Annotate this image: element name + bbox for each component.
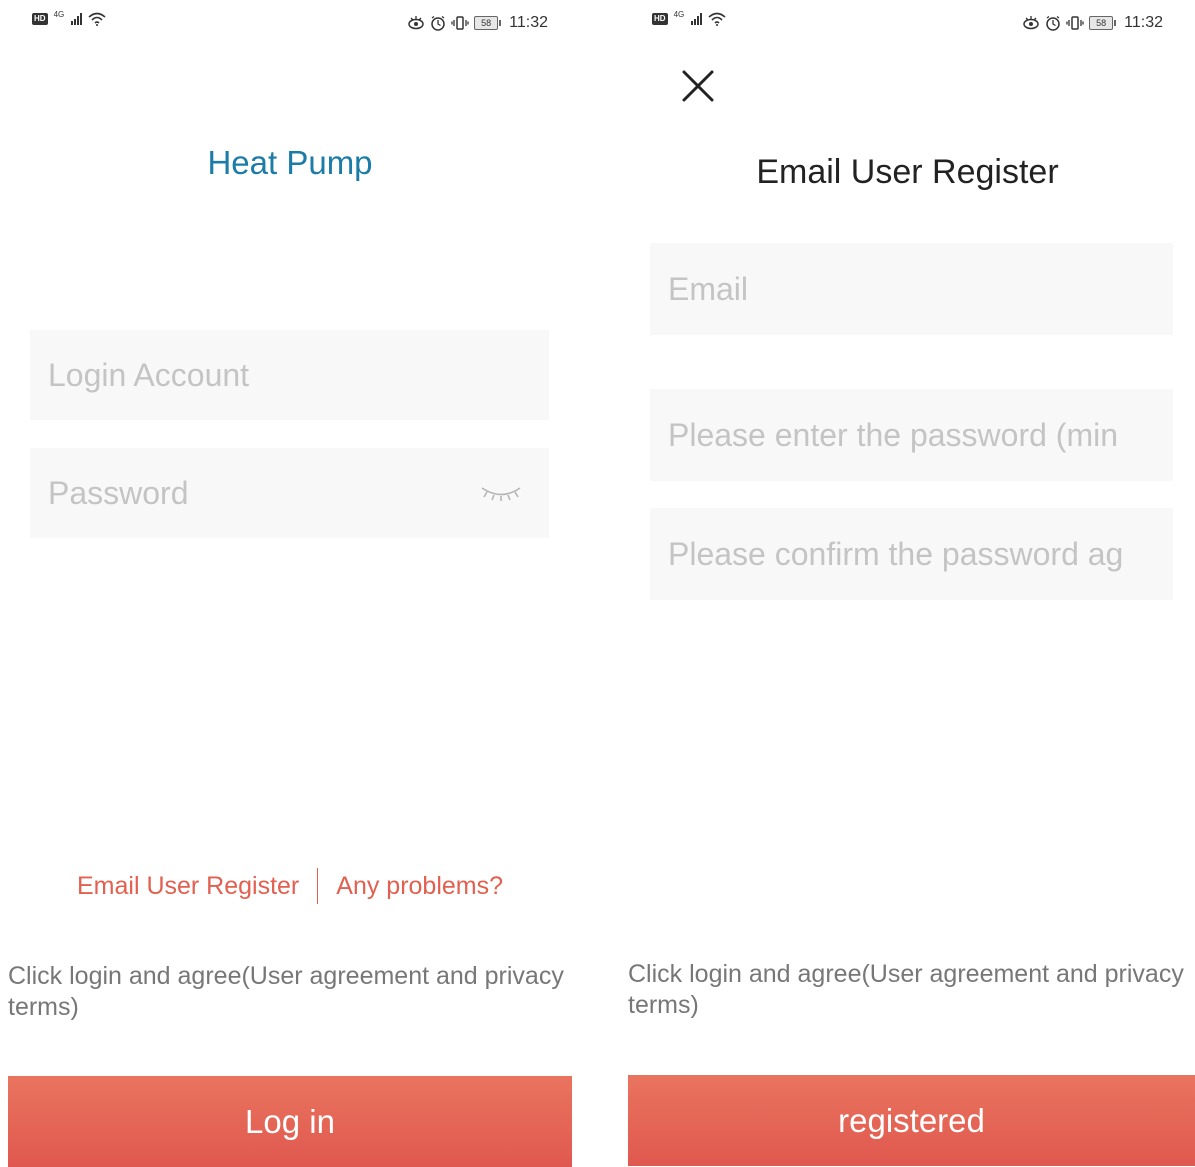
links-divider	[317, 868, 319, 904]
close-icon[interactable]	[678, 66, 718, 106]
eye-care-icon	[1023, 16, 1039, 30]
battery-icon: 58	[474, 16, 499, 30]
network-type: 4G	[53, 9, 65, 19]
login-account-field[interactable]	[30, 330, 549, 420]
hide-password-icon[interactable]	[479, 481, 523, 505]
vibrate-icon	[451, 16, 469, 30]
status-right-icons: 58 11:32	[1022, 14, 1163, 32]
email-field[interactable]	[650, 243, 1173, 335]
battery-icon: 58	[1089, 16, 1114, 30]
wifi-icon	[708, 12, 726, 26]
alarm-icon	[431, 15, 445, 31]
confirm-password-input[interactable]	[668, 535, 1173, 573]
eye-care-icon	[408, 16, 424, 30]
login-account-input[interactable]	[48, 356, 549, 394]
signal-icon	[691, 13, 703, 25]
hd-icon: HD	[32, 13, 48, 25]
confirm-password-field[interactable]	[650, 508, 1173, 600]
email-input[interactable]	[668, 270, 1173, 308]
hd-icon: HD	[652, 13, 668, 25]
register-button[interactable]: registered	[628, 1075, 1195, 1166]
wifi-icon	[88, 12, 106, 26]
login-button[interactable]: Log in	[8, 1076, 572, 1167]
status-left-icons: HD 4G	[652, 9, 726, 26]
password-input[interactable]	[48, 474, 468, 512]
status-left-icons: HD 4G	[32, 9, 106, 26]
status-bar: HD 4G 58 11:32	[620, 0, 1195, 50]
register-screen: HD 4G 58 11:32 Email User Register Email…	[620, 0, 1195, 1167]
links-row: Email User Register Any problems?	[0, 868, 580, 904]
status-time: 11:32	[509, 14, 548, 31]
status-time: 11:32	[1124, 14, 1163, 31]
email-register-link[interactable]: Email User Register	[77, 872, 299, 901]
status-bar: HD 4G 58 11:32	[0, 0, 580, 50]
new-password-field[interactable]	[650, 389, 1173, 481]
password-field[interactable]	[30, 448, 549, 538]
alarm-icon	[1046, 15, 1060, 31]
login-screen: HD 4G 58 11:32 Heat Pump Login Account E…	[0, 0, 580, 1167]
network-type: 4G	[673, 9, 685, 19]
agreement-text[interactable]: Click login and agree(User agreement and…	[8, 961, 568, 1023]
battery-tip	[499, 20, 502, 26]
signal-icon	[71, 13, 83, 25]
agreement-text[interactable]: Click login and agree(User agreement and…	[628, 959, 1188, 1021]
app-title: Heat Pump	[207, 144, 373, 181]
status-right-icons: 58 11:32	[407, 14, 548, 32]
battery-tip	[1114, 20, 1117, 26]
vibrate-icon	[1066, 16, 1084, 30]
new-password-input[interactable]	[668, 416, 1173, 454]
any-problems-link[interactable]: Any problems?	[336, 872, 503, 901]
register-title: Email User Register	[756, 153, 1059, 191]
